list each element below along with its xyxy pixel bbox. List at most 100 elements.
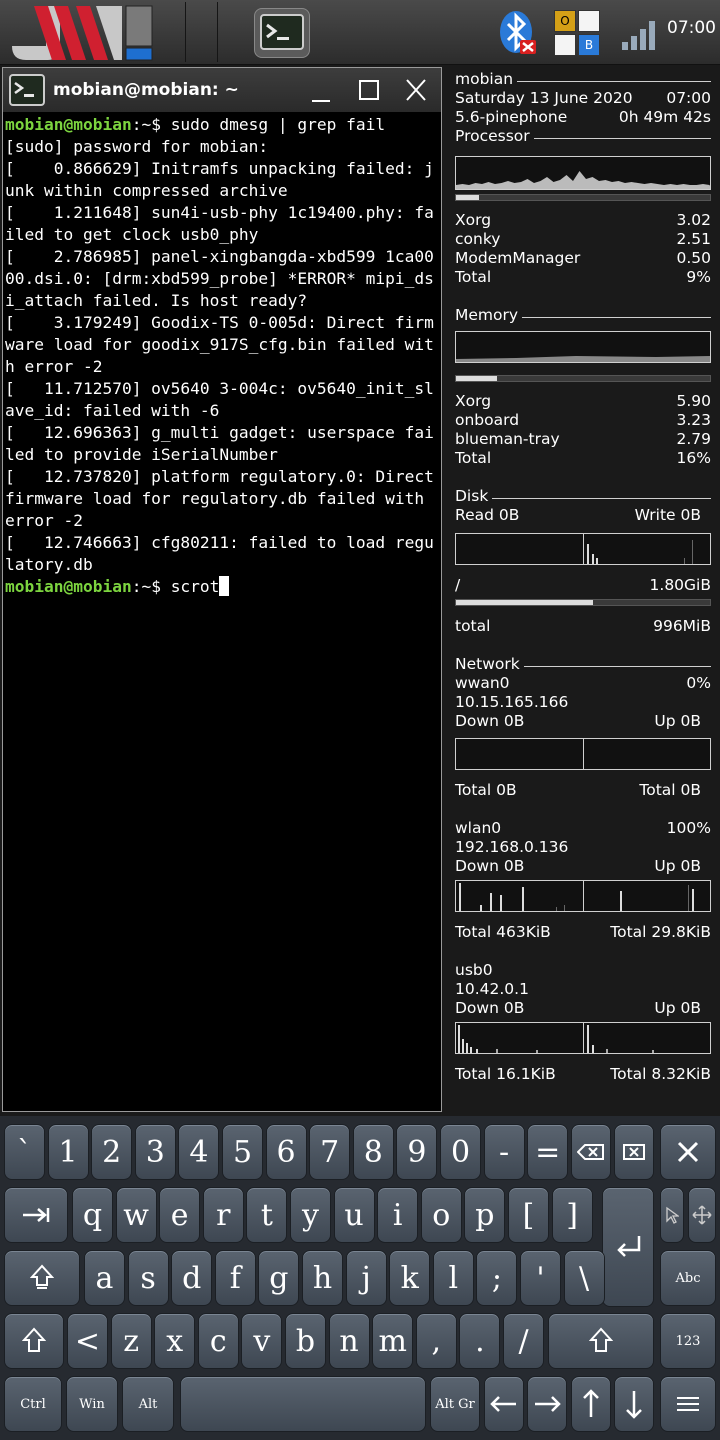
key-period[interactable]: .: [459, 1313, 501, 1369]
tab-key[interactable]: [4, 1187, 68, 1243]
key-9[interactable]: 9: [396, 1124, 438, 1180]
key-o[interactable]: o: [420, 1187, 462, 1243]
key-a[interactable]: a: [84, 1250, 125, 1306]
key-m[interactable]: m: [372, 1313, 414, 1369]
ctrl-key[interactable]: Ctrl: [4, 1376, 62, 1432]
key-b[interactable]: b: [285, 1313, 326, 1369]
command-line: sudo dmesg | grep fail: [170, 115, 386, 134]
keyboard-menu-key[interactable]: [660, 1376, 716, 1432]
key-comma[interactable]: ,: [415, 1313, 457, 1369]
taskbar-terminal-button[interactable]: [254, 8, 310, 58]
space-key[interactable]: [180, 1376, 426, 1432]
arrow-up-key[interactable]: [571, 1376, 611, 1432]
enter-key[interactable]: [602, 1187, 654, 1307]
key-right-bracket[interactable]: ]: [551, 1187, 593, 1243]
arrow-left-key[interactable]: [484, 1376, 524, 1432]
current-input[interactable]: scrot: [171, 577, 220, 596]
pointer-mode-key[interactable]: [660, 1187, 684, 1243]
keyboard-layout-indicator[interactable]: O B: [554, 10, 600, 56]
left-shift-key[interactable]: [4, 1313, 64, 1369]
key-i[interactable]: i: [377, 1187, 419, 1243]
key-f[interactable]: f: [214, 1250, 256, 1306]
terminal-window[interactable]: mobian@mobian: ~ mobian@mobian:~$ sudo d…: [2, 67, 442, 1112]
key-q[interactable]: q: [72, 1187, 113, 1243]
key-x[interactable]: x: [154, 1313, 196, 1369]
key-semicolon[interactable]: ;: [476, 1250, 518, 1306]
delete-key[interactable]: [614, 1124, 654, 1180]
panel-clock[interactable]: 07:00: [667, 18, 716, 38]
win-key[interactable]: Win: [66, 1376, 118, 1432]
key-2[interactable]: 2: [91, 1124, 133, 1180]
arrow-down-key[interactable]: [614, 1376, 654, 1432]
pointer-icon: [666, 1206, 679, 1224]
maximize-button[interactable]: [354, 76, 384, 104]
key-minus[interactable]: -: [483, 1124, 525, 1180]
key-5[interactable]: 5: [222, 1124, 263, 1180]
process-value: 16%: [676, 449, 711, 467]
key-7[interactable]: 7: [309, 1124, 351, 1180]
key-3[interactable]: 3: [134, 1124, 176, 1180]
process-row: ModemManager 0.50: [455, 249, 711, 268]
minimize-button[interactable]: [306, 76, 336, 104]
process-row: Xorg 3.02: [455, 211, 711, 230]
capslock-key[interactable]: [4, 1250, 80, 1306]
key-l[interactable]: l: [432, 1250, 474, 1306]
iface-total-down: Total 16.1KiB: [455, 1065, 556, 1083]
process-value: 2.79: [676, 430, 711, 448]
key-left-bracket[interactable]: [: [508, 1187, 549, 1243]
process-value: 9%: [686, 268, 711, 286]
iface-down: Down 0B: [455, 712, 525, 730]
arrow-right-key[interactable]: [527, 1376, 567, 1432]
app-menu-logo-button[interactable]: [4, 2, 156, 62]
key-r[interactable]: r: [202, 1187, 244, 1243]
key-backtick[interactable]: `: [4, 1124, 45, 1180]
key-4[interactable]: 4: [178, 1124, 220, 1180]
key-z[interactable]: z: [110, 1313, 152, 1369]
key-d[interactable]: d: [171, 1250, 213, 1306]
key-less-than[interactable]: <: [67, 1313, 108, 1369]
key-y[interactable]: y: [290, 1187, 331, 1243]
close-button[interactable]: [401, 76, 431, 104]
backspace-icon: [577, 1144, 604, 1160]
key-e[interactable]: e: [159, 1187, 201, 1243]
iface-ip: 10.42.0.1: [455, 980, 529, 998]
key-u[interactable]: u: [333, 1187, 375, 1243]
numbers-layout-key[interactable]: 123: [660, 1313, 716, 1369]
key-w[interactable]: w: [115, 1187, 157, 1243]
cpu-usage-bar: [455, 194, 711, 201]
right-shift-key[interactable]: [548, 1313, 654, 1369]
window-titlebar[interactable]: mobian@mobian: ~: [3, 68, 441, 112]
capslock-icon: [30, 1264, 54, 1289]
signal-strength-icon[interactable]: [620, 16, 660, 52]
key-c[interactable]: c: [197, 1313, 239, 1369]
key-0[interactable]: 0: [440, 1124, 481, 1180]
key-g[interactable]: g: [258, 1250, 300, 1306]
key-equals[interactable]: =: [527, 1124, 569, 1180]
key-6[interactable]: 6: [265, 1124, 307, 1180]
alt-key[interactable]: Alt: [122, 1376, 174, 1432]
key-1[interactable]: 1: [47, 1124, 89, 1180]
backspace-key[interactable]: [571, 1124, 611, 1180]
process-name: conky: [455, 230, 501, 248]
key-v[interactable]: v: [241, 1313, 283, 1369]
close-keyboard-key[interactable]: [660, 1124, 716, 1180]
key-s[interactable]: s: [127, 1250, 169, 1306]
key-8[interactable]: 8: [352, 1124, 394, 1180]
key-t[interactable]: t: [246, 1187, 288, 1243]
key-backslash[interactable]: \: [563, 1250, 605, 1306]
bluetooth-tray-icon[interactable]: [498, 10, 538, 56]
key-k[interactable]: k: [389, 1250, 431, 1306]
key-p[interactable]: p: [464, 1187, 506, 1243]
key-h[interactable]: h: [302, 1250, 343, 1306]
move-keyboard-key[interactable]: [688, 1187, 716, 1243]
process-value: 5.90: [676, 392, 711, 410]
terminal-output[interactable]: mobian@mobian:~$ sudo dmesg | grep fail …: [5, 114, 439, 598]
key-n[interactable]: n: [328, 1313, 370, 1369]
process-value: 2.51: [676, 230, 711, 248]
altgr-key[interactable]: Alt Gr: [430, 1376, 480, 1432]
iface-up: Up 0B: [654, 712, 701, 730]
key-apostrophe[interactable]: ': [520, 1250, 561, 1306]
key-j[interactable]: j: [345, 1250, 387, 1306]
abc-layout-key[interactable]: Abc: [660, 1250, 716, 1306]
key-slash[interactable]: /: [503, 1313, 544, 1369]
